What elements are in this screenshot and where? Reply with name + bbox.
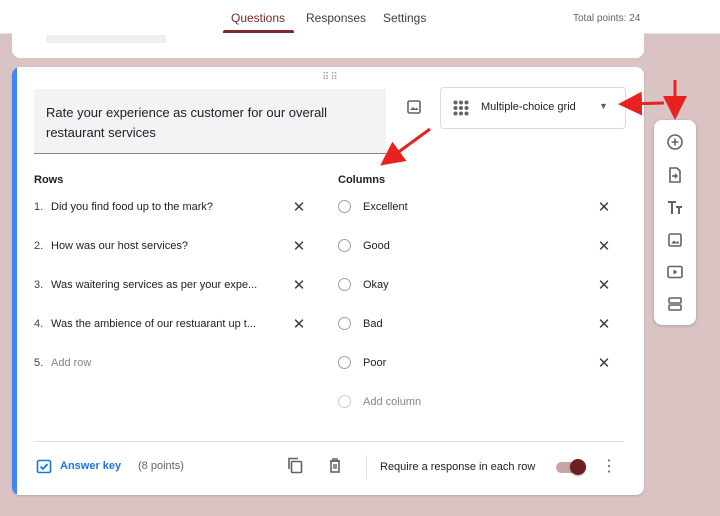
grid-row[interactable]: 1. Did you find food up to the mark? ✕ [34,198,314,218]
question-title[interactable]: Rate your experience as customer for our… [46,103,376,143]
radio-icon [338,395,351,408]
tab-settings[interactable]: Settings [383,11,426,25]
row-label[interactable]: Did you find food up to the mark? [51,201,283,213]
add-image-icon[interactable] [666,231,684,249]
radio-icon [338,317,351,330]
remove-column-icon[interactable]: ✕ [596,239,612,255]
points-label: (8 points) [138,460,184,472]
row-number: 2. [34,240,44,252]
more-options-icon[interactable]: ⋮ [601,457,617,477]
add-row[interactable]: 5. Add row [34,354,314,374]
rows-heading: Rows [34,174,64,186]
delete-icon[interactable] [326,456,344,474]
footer-separator [366,455,367,479]
columns-heading: Columns [338,174,386,186]
remove-row-icon[interactable]: ✕ [291,200,307,216]
floating-toolbar [654,120,696,325]
grid-row[interactable]: 4. Was the ambience of our restuarant up… [34,315,314,335]
answer-key-label: Answer key [60,460,122,472]
radio-icon [338,200,351,213]
add-title-icon[interactable] [666,199,684,217]
question-card[interactable]: ⠿⠿ Rate your experience as customer for … [12,67,644,495]
row-number: 4. [34,318,44,330]
chevron-down-icon: ▼ [599,101,608,111]
radio-icon [338,356,351,369]
column-label[interactable]: Good [363,240,390,252]
required-label: Require a response in each row [380,461,536,473]
row-label[interactable]: Was waitering services as per your expe.… [51,279,283,291]
add-question-icon[interactable] [666,133,684,151]
add-row-label[interactable]: Add row [51,357,283,369]
remove-column-icon[interactable]: ✕ [596,278,612,294]
grid-column[interactable]: Good ✕ [338,237,618,257]
remove-column-icon[interactable]: ✕ [596,356,612,372]
grid-icon [453,100,469,116]
answer-key-icon [36,459,52,474]
tab-responses[interactable]: Responses [306,11,366,25]
previous-card-text-fragment [46,35,166,43]
active-card-indicator [12,67,17,495]
row-label[interactable]: Was the ambience of our restuarant up t.… [51,318,283,330]
column-label[interactable]: Bad [363,318,383,330]
question-type-label: Multiple-choice grid [481,101,576,113]
remove-row-icon[interactable]: ✕ [291,278,307,294]
radio-icon [338,278,351,291]
radio-icon [338,239,351,252]
column-label[interactable]: Okay [363,279,389,291]
row-number: 3. [34,279,44,291]
remove-row-icon[interactable]: ✕ [291,239,307,255]
required-toggle[interactable] [556,459,586,475]
grid-column[interactable]: Excellent ✕ [338,198,618,218]
add-column-label[interactable]: Add column [363,396,421,408]
add-column[interactable]: Add column [338,393,618,413]
grid-row[interactable]: 2. How was our host services? ✕ [34,237,314,257]
remove-row-icon[interactable]: ✕ [291,317,307,333]
top-navigation-bar: Questions Responses Settings Total point… [0,0,720,34]
grid-column[interactable]: Poor ✕ [338,354,618,374]
row-label[interactable]: How was our host services? [51,240,283,252]
duplicate-icon[interactable] [286,456,304,474]
remove-column-icon[interactable]: ✕ [596,200,612,216]
add-video-icon[interactable] [666,263,684,281]
column-label[interactable]: Poor [363,357,386,369]
grid-row[interactable]: 3. Was waitering services as per your ex… [34,276,314,296]
previous-question-card[interactable] [12,33,644,58]
tab-questions[interactable]: Questions [231,11,285,25]
import-questions-icon[interactable] [666,166,684,184]
grid-column[interactable]: Bad ✕ [338,315,618,335]
footer-divider [34,441,624,442]
question-type-dropdown[interactable]: Multiple-choice grid ▼ [440,87,626,129]
row-number: 1. [34,201,44,213]
total-points: Total points: 24 [573,13,641,24]
grid-column[interactable]: Okay ✕ [338,276,618,296]
row-number: 5. [34,357,44,369]
toggle-thumb [570,459,586,475]
drag-handle-icon[interactable]: ⠿⠿ [322,72,339,83]
add-image-icon[interactable] [404,97,424,117]
add-section-icon[interactable] [666,295,684,313]
remove-column-icon[interactable]: ✕ [596,317,612,333]
question-title-field[interactable]: Rate your experience as customer for our… [34,89,386,154]
column-label[interactable]: Excellent [363,201,408,213]
